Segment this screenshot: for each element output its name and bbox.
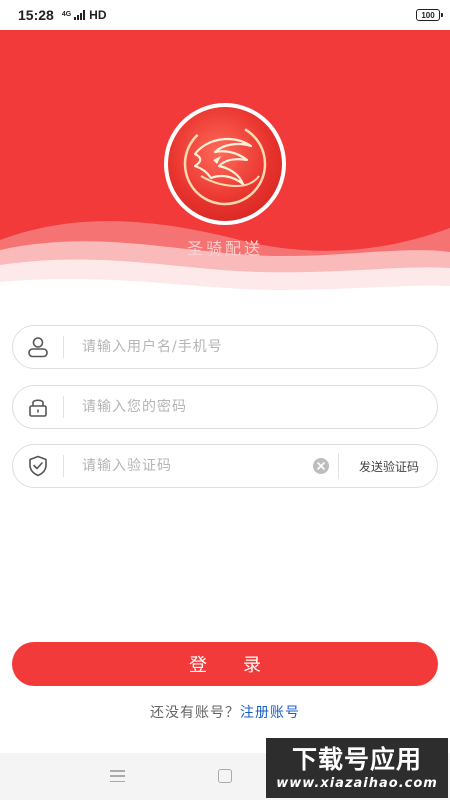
verification-code-field: 发送验证码 (12, 444, 438, 488)
lock-icon (13, 385, 63, 429)
watermark-domain: www.xiazaihao.com (276, 776, 438, 791)
register-prompt: 还没有账号？ (150, 705, 240, 721)
login-screen: 15:28 4G HD 100 圣骑配送 (0, 0, 450, 800)
register-link[interactable]: 注册账号 (240, 705, 300, 721)
watermark-title: 下载号应用 (291, 745, 422, 774)
username-input[interactable] (64, 327, 437, 367)
password-field (12, 385, 438, 429)
network-type: 4G (61, 11, 72, 18)
user-icon (13, 325, 63, 369)
watermark: 下载号应用 www.xiazaihao.com (266, 738, 448, 798)
header-banner: 圣骑配送 (0, 30, 450, 330)
signal-icon (74, 10, 86, 20)
menu-icon[interactable] (110, 770, 125, 782)
shield-check-icon (13, 444, 63, 488)
app-logo (164, 103, 286, 225)
send-code-button[interactable]: 发送验证码 (337, 453, 437, 479)
wave-decoration (0, 221, 450, 330)
login-button[interactable]: 登录 (12, 642, 438, 686)
status-bar: 15:28 4G HD 100 (0, 0, 450, 30)
clear-icon[interactable] (310, 444, 332, 488)
home-square-icon[interactable] (218, 769, 232, 783)
status-time: 15:28 (18, 7, 54, 23)
username-field (12, 325, 438, 369)
hd-indicator: HD (89, 8, 107, 22)
password-input[interactable] (64, 387, 437, 427)
battery-icon: 100 (416, 9, 443, 21)
register-prompt-row: 还没有账号？注册账号 (0, 702, 450, 722)
verification-code-input[interactable] (64, 446, 310, 486)
knight-horse-logo-icon (168, 107, 282, 221)
